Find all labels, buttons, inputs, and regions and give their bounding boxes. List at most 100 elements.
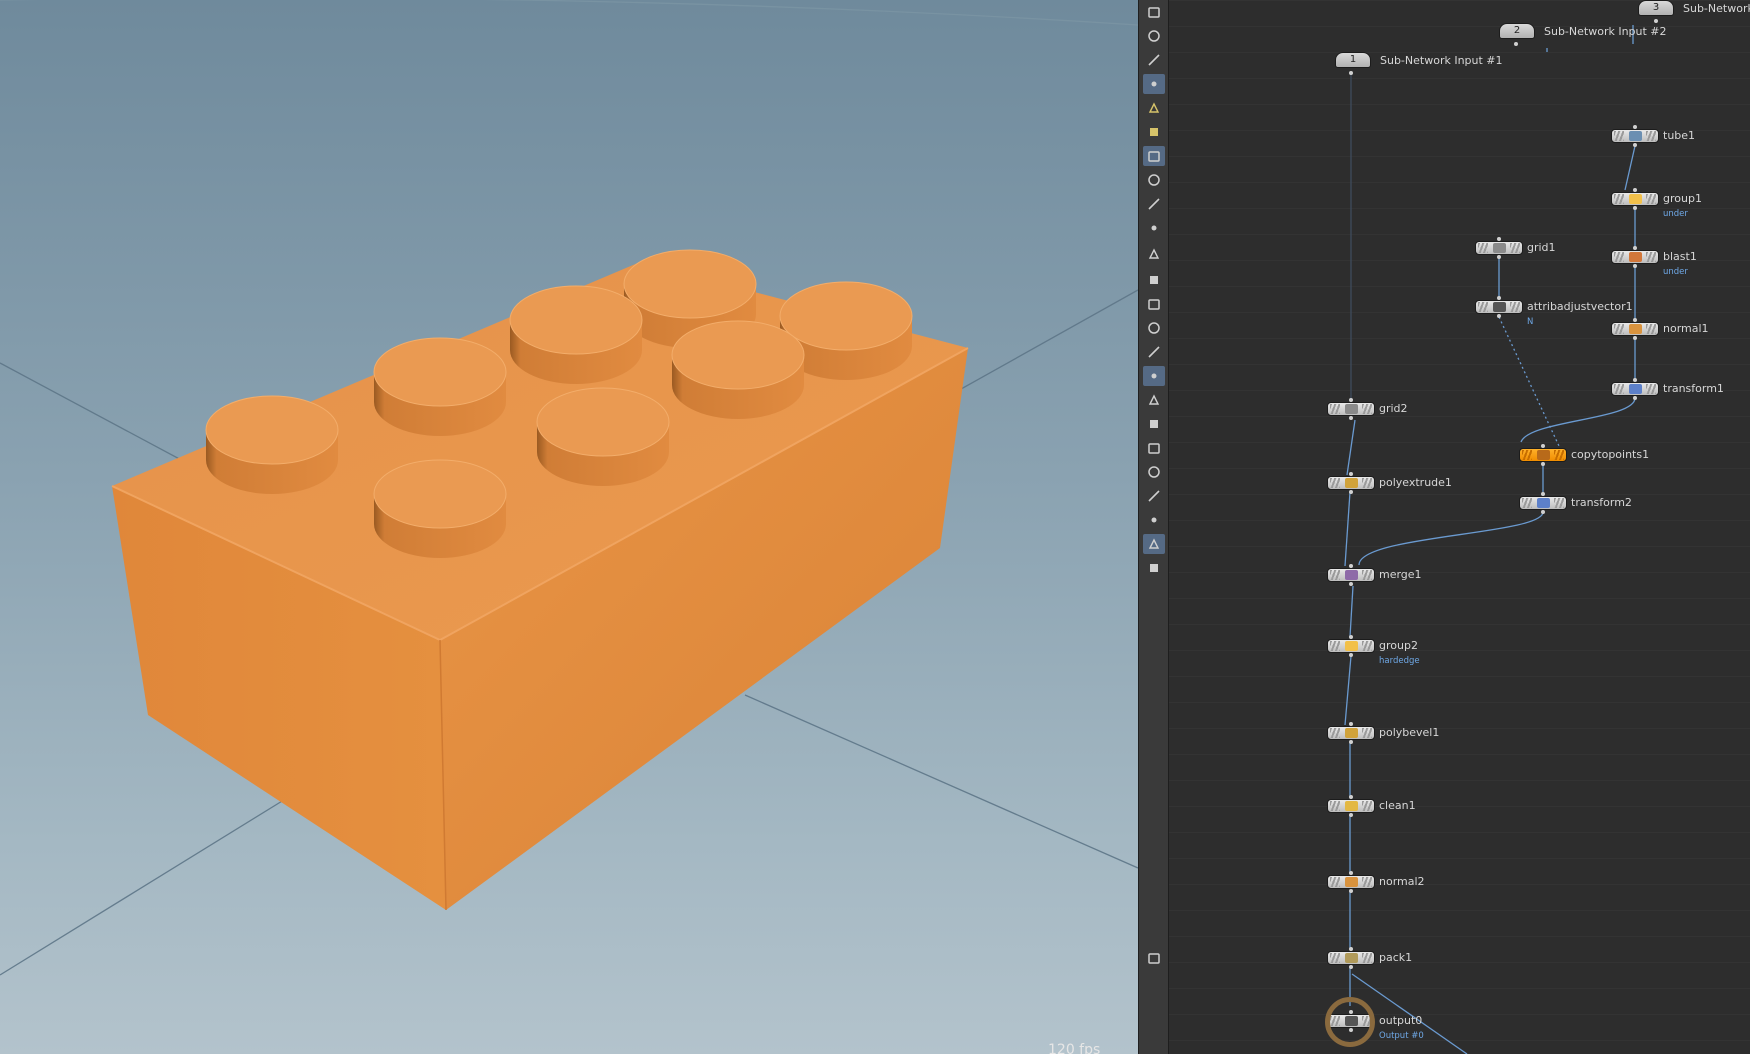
ghost-icon[interactable] [1143, 50, 1165, 70]
normal2-input-port[interactable] [1349, 871, 1353, 875]
image-icon[interactable] [1143, 534, 1165, 554]
stud [509, 285, 643, 384]
clean1-label: clean1 [1379, 799, 1416, 812]
output0-label: output0 [1379, 1014, 1423, 1027]
transform2-label: transform2 [1571, 496, 1632, 509]
handle-icon[interactable] [1143, 486, 1165, 506]
input-2-port[interactable] [1514, 42, 1518, 46]
polybevel1-output-port[interactable] [1349, 740, 1353, 744]
subnet-input-3[interactable]: 3 [1638, 0, 1674, 16]
display-icon[interactable] [1143, 146, 1165, 166]
input-1-port[interactable] [1349, 71, 1353, 75]
normal1-output-port[interactable] [1633, 336, 1637, 340]
paint-bucket-icon[interactable] [1143, 318, 1165, 338]
node-normal1[interactable] [1611, 322, 1659, 336]
transform2-input-port[interactable] [1541, 492, 1545, 496]
stud [373, 459, 507, 558]
polyextrude1-output-port[interactable] [1349, 490, 1353, 494]
node-tube1[interactable] [1611, 129, 1659, 143]
blast1-output-port[interactable] [1633, 264, 1637, 268]
attribadjustvector1-input-port[interactable] [1497, 296, 1501, 300]
node-group2[interactable] [1327, 639, 1375, 653]
copytopoints1-output-port[interactable] [1541, 462, 1545, 466]
light-icon[interactable] [1143, 98, 1165, 118]
transform1-input-port[interactable] [1633, 378, 1637, 382]
node-transform2[interactable] [1519, 496, 1567, 510]
node-grid1[interactable] [1475, 241, 1523, 255]
grid2-input-port[interactable] [1349, 398, 1353, 402]
node-normal2[interactable] [1327, 875, 1375, 889]
blast1-node-icon [1629, 252, 1642, 262]
value-icon[interactable] [1143, 342, 1165, 362]
grid1-input-port[interactable] [1497, 237, 1501, 241]
node-merge1[interactable] [1327, 568, 1375, 582]
group2-comment: hardedge [1379, 656, 1420, 666]
node-attribadjustvector1[interactable] [1475, 300, 1523, 314]
transform2-output-port[interactable] [1541, 510, 1545, 514]
clean1-input-port[interactable] [1349, 795, 1353, 799]
texture-icon[interactable] [1143, 414, 1165, 434]
display-normals-icon[interactable] [1143, 390, 1165, 410]
input-3-port[interactable] [1654, 19, 1658, 23]
network-wires [1344, 25, 1636, 1054]
group1-node-icon [1629, 194, 1642, 204]
polybevel1-input-port[interactable] [1349, 722, 1353, 726]
subnet-input-3-label: Sub-Network [1683, 2, 1750, 15]
camera-icon[interactable] [1143, 74, 1165, 94]
copytopoints1-input-port[interactable] [1541, 444, 1545, 448]
node-pack1[interactable] [1327, 951, 1375, 965]
polyextrude1-input-port[interactable] [1349, 472, 1353, 476]
point-icon[interactable] [1143, 218, 1165, 238]
viewport-canvas[interactable]: 120 fps [0, 0, 1138, 1054]
light-link-icon[interactable] [1143, 122, 1165, 142]
uv-icon[interactable] [1143, 462, 1165, 482]
pack1-output-port[interactable] [1349, 965, 1353, 969]
group1-output-port[interactable] [1633, 206, 1637, 210]
node-grid2[interactable] [1327, 402, 1375, 416]
attribadjustvector1-output-port[interactable] [1497, 314, 1501, 318]
group1-input-port[interactable] [1633, 188, 1637, 192]
select-icon[interactable] [1143, 2, 1165, 22]
tube1-output-port[interactable] [1633, 143, 1637, 147]
grid2-output-port[interactable] [1349, 416, 1353, 420]
blast1-input-port[interactable] [1633, 246, 1637, 250]
subnet-input-1[interactable]: 1 [1335, 52, 1371, 68]
snap-icon[interactable] [1143, 170, 1165, 190]
pin-icon[interactable] [1143, 558, 1165, 578]
normal1-node-icon [1629, 324, 1642, 334]
info-icon[interactable] [1143, 948, 1165, 968]
merge1-output-port[interactable] [1349, 582, 1353, 586]
group2-output-port[interactable] [1349, 653, 1353, 657]
node-transform1[interactable] [1611, 382, 1659, 396]
node-blast1[interactable] [1611, 250, 1659, 264]
group2-node-icon [1345, 641, 1358, 651]
normal2-node-icon [1345, 877, 1358, 887]
paint-icon[interactable] [1143, 270, 1165, 290]
node-group1[interactable] [1611, 192, 1659, 206]
normal2-output-port[interactable] [1349, 889, 1353, 893]
snap-options-icon[interactable] [1143, 194, 1165, 214]
network-editor[interactable]: 1 Sub-Network Input #1 2 Sub-Network Inp… [1169, 0, 1750, 1054]
lock-icon[interactable] [1143, 26, 1165, 46]
node-polybevel1[interactable] [1327, 726, 1375, 740]
pack1-input-port[interactable] [1349, 947, 1353, 951]
tube1-label: tube1 [1663, 129, 1696, 142]
node-polyextrude1[interactable] [1327, 476, 1375, 490]
node-copytopoints1[interactable] [1519, 448, 1567, 462]
normal1-input-port[interactable] [1633, 318, 1637, 322]
merge1-input-port[interactable] [1349, 564, 1353, 568]
brush-icon[interactable] [1143, 244, 1165, 264]
clean1-output-port[interactable] [1349, 813, 1353, 817]
transform1-output-port[interactable] [1633, 396, 1637, 400]
grid1-output-port[interactable] [1497, 255, 1501, 259]
group2-input-port[interactable] [1349, 635, 1353, 639]
subnet-input-2[interactable]: 2 [1499, 23, 1535, 39]
scene-viewport[interactable]: 120 fps [0, 0, 1138, 1054]
geometry-icon[interactable] [1143, 438, 1165, 458]
measure-icon[interactable] [1143, 366, 1165, 386]
numbers-icon[interactable] [1143, 294, 1165, 314]
tube1-input-port[interactable] [1633, 125, 1637, 129]
subnet-input-2-label: Sub-Network Input #2 [1544, 25, 1667, 38]
box-icon[interactable] [1143, 510, 1165, 530]
node-clean1[interactable] [1327, 799, 1375, 813]
